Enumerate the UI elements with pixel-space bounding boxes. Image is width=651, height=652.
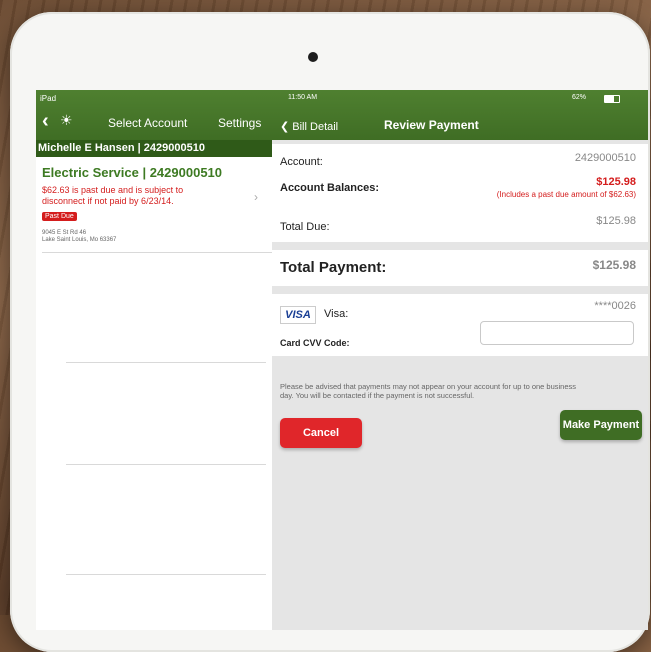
total-payment-value: $125.98 bbox=[592, 258, 636, 272]
total-payment-section: Total Payment: $125.98 bbox=[272, 250, 648, 286]
balances-note: (Includes a past due amount of $62.63) bbox=[496, 190, 636, 199]
payment-notice: Please be advised that payments may not … bbox=[280, 382, 577, 400]
visa-logo-icon: VISA bbox=[280, 306, 316, 324]
chevron-right-icon: › bbox=[254, 190, 258, 204]
account-list-pane: iPad ‹ ☀ Select Account Settings Michell… bbox=[36, 90, 274, 630]
total-due-label: Total Due: bbox=[280, 221, 330, 233]
account-holder-header: Michelle E Hansen | 2429000510 bbox=[36, 140, 274, 157]
right-nav-title: Review Payment bbox=[384, 118, 479, 132]
card-label: Visa: bbox=[324, 308, 349, 320]
list-divider bbox=[42, 252, 272, 253]
past-due-badge: Past Due bbox=[42, 212, 77, 221]
app-screen: iPad ‹ ☀ Select Account Settings Michell… bbox=[36, 90, 648, 630]
service-title: Electric Service | 2429000510 bbox=[42, 165, 223, 180]
settings-button[interactable]: Settings bbox=[218, 116, 261, 130]
back-label: Bill Detail bbox=[292, 121, 339, 133]
balances-value: $125.98 bbox=[596, 176, 636, 188]
payment-method-section: VISA Visa: ****0026 Card CVV Code: bbox=[272, 294, 648, 356]
left-nav-bar: iPad ‹ ☀ Select Account Settings bbox=[36, 90, 272, 140]
bill-detail-back-button[interactable]: ❮ Bill Detail bbox=[280, 120, 338, 133]
ipad-device: iPad ‹ ☀ Select Account Settings Michell… bbox=[10, 12, 650, 652]
account-value: 2429000510 bbox=[574, 152, 636, 164]
status-time: 11:50 AM bbox=[288, 94, 318, 101]
right-nav-bar: 11:50 AM 62% ❮ Bill Detail Review Paymen… bbox=[272, 90, 648, 140]
list-divider bbox=[66, 574, 266, 575]
cvv-label: Card CVV Code: bbox=[280, 338, 350, 348]
list-divider bbox=[66, 464, 266, 465]
total-payment-label: Total Payment: bbox=[280, 259, 387, 276]
card-number: ****0026 bbox=[594, 300, 636, 312]
list-divider bbox=[66, 362, 266, 363]
battery-icon bbox=[604, 95, 620, 103]
review-payment-pane: 11:50 AM 62% ❮ Bill Detail Review Paymen… bbox=[272, 90, 648, 630]
chevron-left-icon[interactable]: ‹ bbox=[42, 110, 49, 133]
balances-label: Account Balances: bbox=[280, 182, 380, 194]
make-payment-button[interactable]: Make Payment bbox=[560, 410, 642, 440]
sun-icon: ☀ bbox=[60, 112, 73, 128]
left-nav-title: Select Account bbox=[108, 116, 188, 130]
address-line-2: Lake Saint Louis, Mo 63367 bbox=[42, 237, 117, 243]
past-due-warning: $62.63 is past due and is subject to dis… bbox=[42, 185, 184, 206]
camera-icon bbox=[308, 52, 318, 62]
cancel-button[interactable]: Cancel bbox=[280, 418, 362, 448]
total-due-value: $125.98 bbox=[596, 215, 636, 227]
service-address: 9045 E St Rd 46 Lake Saint Louis, Mo 633… bbox=[42, 230, 116, 244]
battery-percent: 62% bbox=[572, 94, 587, 101]
device-label: iPad bbox=[40, 94, 57, 103]
balance-section: Account: 2429000510 Account Balances: $1… bbox=[272, 144, 648, 242]
cvv-input[interactable] bbox=[480, 321, 634, 345]
address-line-1: 9045 E St Rd 46 bbox=[42, 230, 87, 236]
account-label: Account: bbox=[280, 156, 323, 168]
